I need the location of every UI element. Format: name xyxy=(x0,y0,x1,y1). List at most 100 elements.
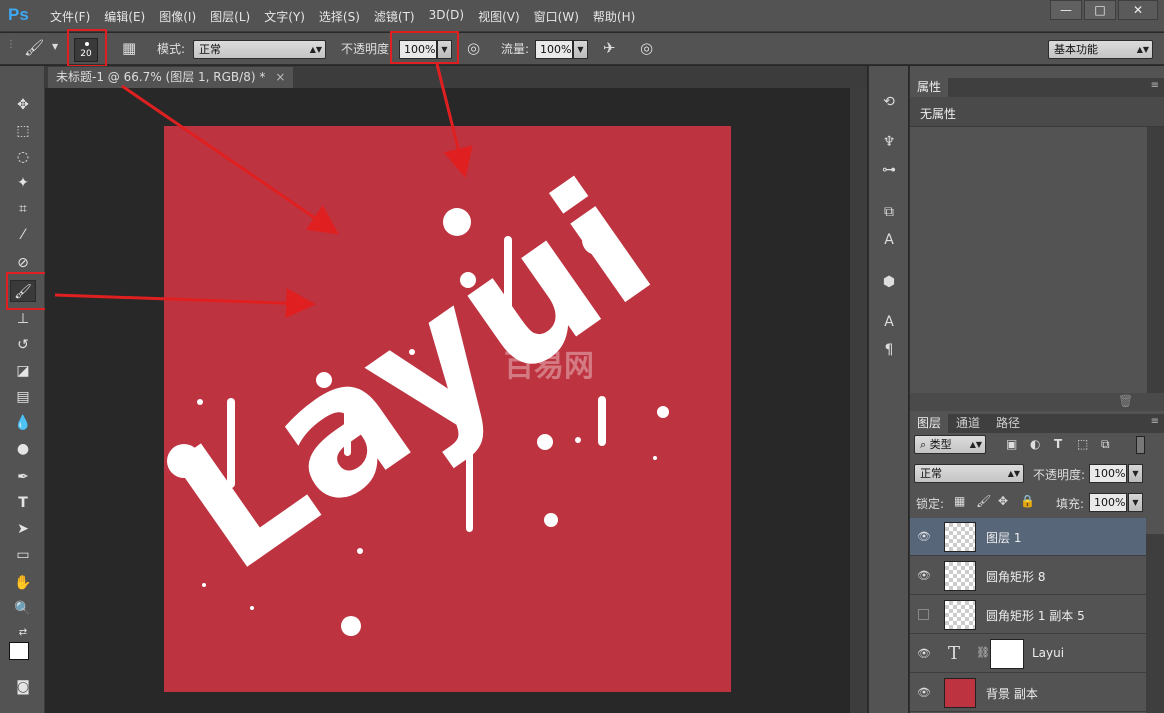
layer-row[interactable]: 圆角矩形 1 副本 5 xyxy=(910,596,1146,634)
lock-transparent-icon[interactable]: ▦ xyxy=(954,494,965,508)
tab-layers[interactable]: 图层 xyxy=(910,414,949,433)
airbrush-icon[interactable]: ✈ xyxy=(603,39,616,57)
foreground-color-swatch[interactable] xyxy=(9,642,29,660)
trash-icon[interactable]: 🗑 xyxy=(1118,394,1133,408)
history-brush-tool-icon[interactable]: ↺ xyxy=(10,334,36,356)
tab-paths[interactable]: 路径 xyxy=(989,414,1027,433)
quick-mask-icon[interactable]: ◙ xyxy=(10,676,36,698)
3d-icon[interactable]: ⬢ xyxy=(879,272,899,292)
menu-select[interactable]: 选择(S) xyxy=(319,8,360,25)
eye-icon[interactable]: 👁 xyxy=(916,646,932,662)
clone-source-icon[interactable]: ⧉ xyxy=(879,202,899,222)
filter-type-icon[interactable]: T xyxy=(1054,437,1062,451)
mode-select[interactable]: 正常 ▲▼ xyxy=(193,40,326,59)
fill-input[interactable]: 100% xyxy=(1089,493,1127,512)
pressure-size-icon[interactable]: ◎ xyxy=(640,39,653,57)
properties-scrollbar[interactable] xyxy=(1147,127,1164,393)
zoom-tool-icon[interactable]: 🔍 xyxy=(10,598,36,620)
path-selection-tool-icon[interactable]: ➤ xyxy=(10,518,36,540)
filter-shape-icon[interactable]: ⬚ xyxy=(1077,437,1088,451)
move-tool-icon[interactable]: ✥ xyxy=(10,94,36,116)
filter-smart-object-icon[interactable]: ⧉ xyxy=(1101,437,1110,452)
layer-row[interactable]: 👁 图层 1 xyxy=(910,518,1146,556)
lock-all-icon[interactable]: 🔒 xyxy=(1020,494,1035,508)
lock-pixels-icon[interactable]: 🖌 xyxy=(976,494,991,508)
eraser-tool-icon[interactable]: ◪ xyxy=(10,360,36,382)
menu-edit[interactable]: 编辑(E) xyxy=(104,8,145,25)
blend-mode-value: 正常 xyxy=(920,467,942,480)
filter-toggle[interactable] xyxy=(1136,436,1145,454)
menu-filter[interactable]: 滤镜(T) xyxy=(374,8,415,25)
tool-presets-icon[interactable]: ⊶ xyxy=(879,160,899,180)
eye-icon[interactable]: 👁 xyxy=(916,529,932,545)
workspace-select[interactable]: 基本功能 ▲▼ xyxy=(1048,40,1153,59)
splash-dot xyxy=(544,513,558,527)
filter-adjustment-icon[interactable]: ◐ xyxy=(1030,437,1040,451)
restore-button[interactable]: □ xyxy=(1084,0,1116,20)
filter-pixel-icon[interactable]: ▣ xyxy=(1006,437,1017,451)
character-icon[interactable]: A xyxy=(879,312,899,332)
dodge-tool-icon[interactable]: ● xyxy=(10,438,36,460)
menu-image[interactable]: 图像(I) xyxy=(159,8,196,25)
brush-presets-icon[interactable]: ♆ xyxy=(879,132,899,152)
tab-properties[interactable]: 属性 xyxy=(910,78,949,97)
chevron-down-icon[interactable]: ▼ xyxy=(52,42,58,51)
hand-tool-icon[interactable]: ✋ xyxy=(10,572,36,594)
layer-row[interactable]: 👁 背景 副本 xyxy=(910,674,1146,712)
layer-name: 圆角矩形 8 xyxy=(986,570,1046,584)
canvas-scrollbar[interactable] xyxy=(850,88,867,713)
text-layer-thumbnail xyxy=(990,639,1024,669)
layer-opacity-input[interactable]: 100% xyxy=(1089,464,1127,483)
paragraph-icon[interactable]: ¶ xyxy=(879,340,899,360)
close-tab-icon[interactable]: × xyxy=(275,70,285,84)
swap-colors-icon[interactable]: ⇄ xyxy=(10,622,36,644)
menu-file[interactable]: 文件(F) xyxy=(50,8,90,25)
type-tool-icon[interactable]: T xyxy=(10,492,36,514)
brush-panel-icon[interactable]: ▦ xyxy=(122,39,136,57)
fill-dropdown[interactable]: ▼ xyxy=(1128,493,1143,512)
workspace-value: 基本功能 xyxy=(1054,43,1098,56)
document-canvas[interactable]: Layui 百易网 xyxy=(164,126,731,692)
lasso-tool-icon[interactable]: ◌ xyxy=(10,146,36,168)
minimize-button[interactable]: — xyxy=(1050,0,1082,20)
flow-input[interactable]: 100% xyxy=(535,40,573,59)
crop-tool-icon[interactable]: ⌗ xyxy=(10,198,36,220)
layers-scrollbar[interactable] xyxy=(1146,534,1164,713)
pen-tool-icon[interactable]: ✒ xyxy=(10,466,36,488)
tab-channels[interactable]: 通道 xyxy=(949,414,987,433)
document-tab[interactable]: 未标题-1 @ 66.7% (图层 1, RGB/8) * × xyxy=(48,67,294,88)
history-icon[interactable]: ⟲ xyxy=(879,92,899,112)
eye-icon[interactable]: 👁 xyxy=(916,685,932,701)
magic-wand-tool-icon[interactable]: ✦ xyxy=(10,172,36,194)
panel-menu-icon[interactable]: ≡ xyxy=(1151,80,1159,91)
lock-position-icon[interactable]: ✥ xyxy=(998,494,1008,508)
blur-tool-icon[interactable]: 💧 xyxy=(10,412,36,434)
layer-opacity-dropdown[interactable]: ▼ xyxy=(1128,464,1143,483)
eyedropper-tool-icon[interactable]: ⁄ xyxy=(10,224,36,246)
menu-window[interactable]: 窗口(W) xyxy=(534,8,579,25)
gradient-tool-icon[interactable]: ▤ xyxy=(10,386,36,408)
marquee-tool-icon[interactable]: ⬚ xyxy=(10,120,36,142)
layer-filter-select[interactable]: ⌕ 类型 ▲▼ xyxy=(914,435,986,454)
menu-help[interactable]: 帮助(H) xyxy=(593,8,635,25)
healing-brush-tool-icon[interactable]: ⊘ xyxy=(10,252,36,274)
layer-row[interactable]: 👁 T ⛓ Layui xyxy=(910,635,1146,673)
eye-icon[interactable]: 👁 xyxy=(916,568,932,584)
layer-row[interactable]: 👁 圆角矩形 8 xyxy=(910,557,1146,595)
flow-label: 流量: xyxy=(501,42,530,56)
flow-dropdown-button[interactable]: ▼ xyxy=(573,40,588,59)
clone-stamp-tool-icon[interactable]: ⊥ xyxy=(10,308,36,330)
hidden-visibility-box[interactable] xyxy=(918,609,929,620)
menu-3d[interactable]: 3D(D) xyxy=(429,8,464,25)
menu-view[interactable]: 视图(V) xyxy=(478,8,520,25)
panel-icon-strip: ⟲ ♆ ⊶ ⧉ A ⬢ A ¶ xyxy=(868,66,908,713)
panel-menu-icon[interactable]: ≡ xyxy=(1151,416,1159,427)
blend-mode-select[interactable]: 正常 ▲▼ xyxy=(914,464,1024,483)
character-styles-icon[interactable]: A xyxy=(879,230,899,250)
menu-layer[interactable]: 图层(L) xyxy=(210,8,250,25)
brush-preset-icon[interactable]: 🖌 xyxy=(24,38,44,57)
menu-type[interactable]: 文字(Y) xyxy=(264,8,305,25)
pressure-opacity-icon[interactable]: ◎ xyxy=(467,39,480,57)
close-button[interactable]: ✕ xyxy=(1118,0,1158,20)
shape-tool-icon[interactable]: ▭ xyxy=(10,544,36,566)
